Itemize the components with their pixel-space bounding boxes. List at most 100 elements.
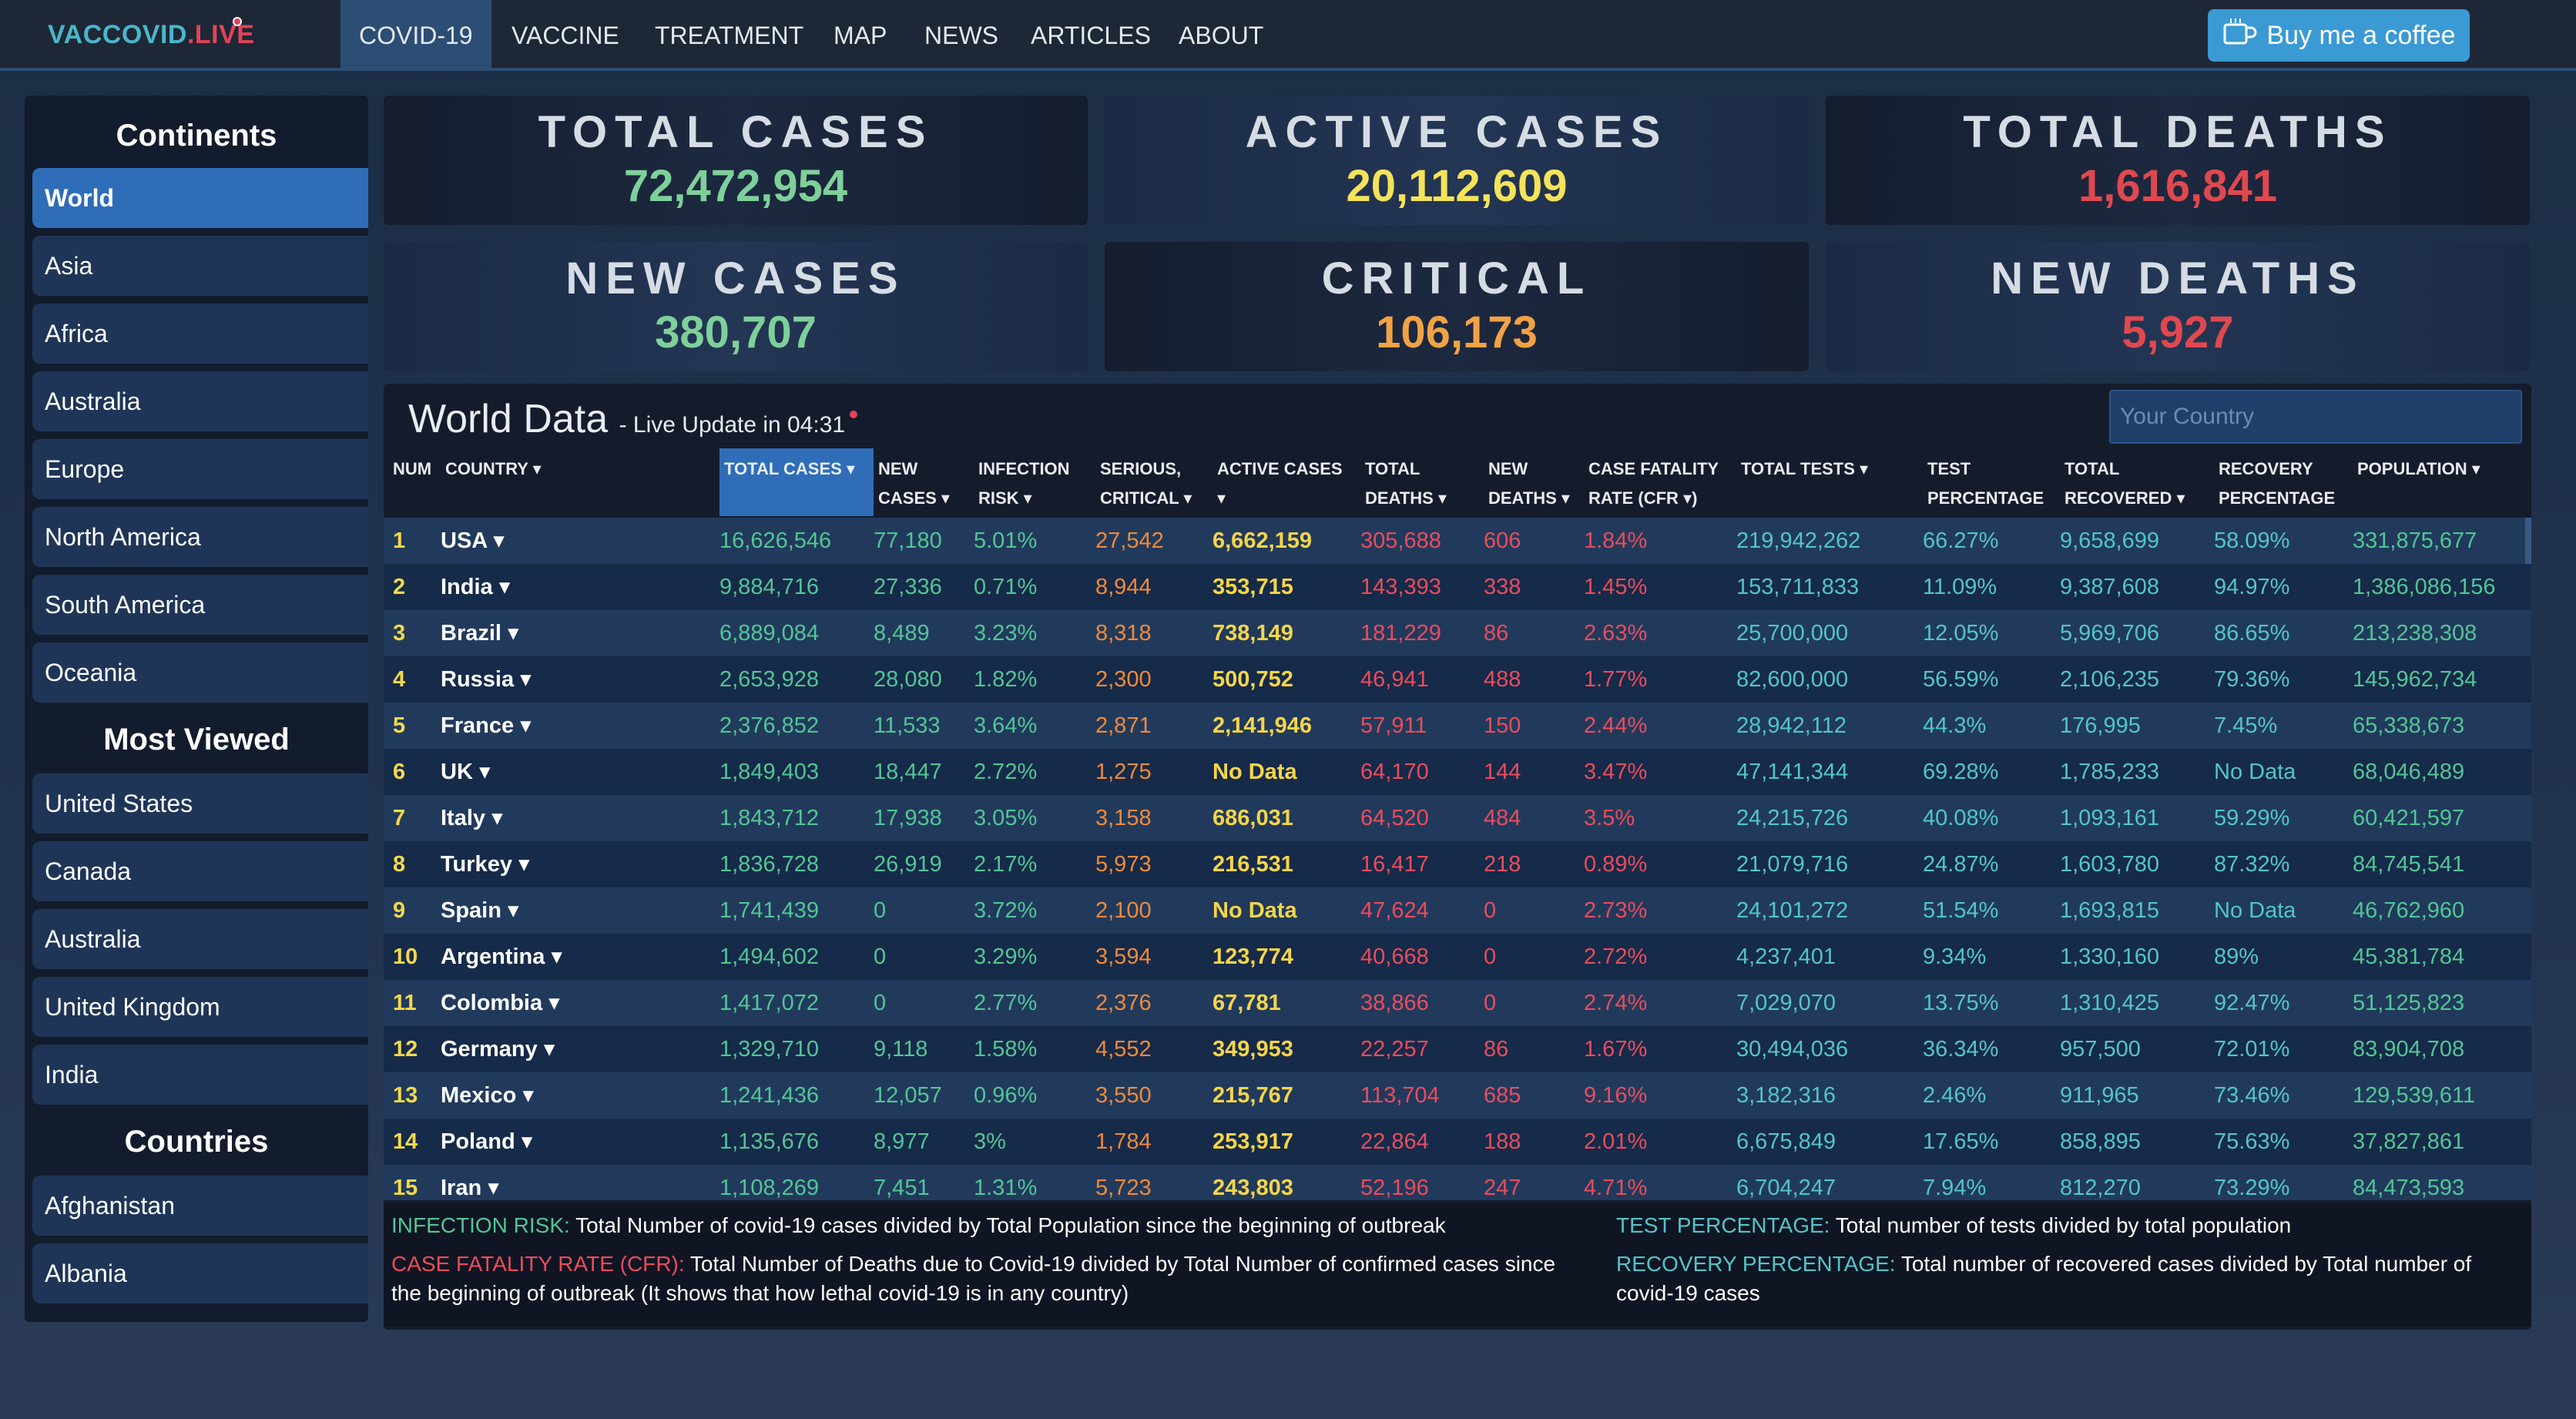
table-row[interactable]: 15 Iran ▾ 1,108,269 7,451 1.31% 5,723 243,803 5… [384, 1165, 2531, 1200]
table-row[interactable]: 14 Poland ▾ 1,135,676 8,977 3% 1,784 253,917 22… [384, 1119, 2531, 1165]
cell-country[interactable]: Mexico ▾ [441, 1072, 534, 1119]
th-case-fatality-rate[interactable]: CASE FATALITY RATE (CFR ▾) [1584, 448, 1735, 516]
table-scrollbar[interactable] [2525, 518, 2531, 564]
cell-country[interactable]: Italy ▾ [441, 795, 503, 841]
cell-total-deaths: 181,229 [1360, 621, 1441, 646]
cell-country[interactable]: USA ▾ [441, 518, 505, 564]
nav-covid19[interactable]: COVID-19 [340, 0, 491, 71]
sidebar-item-africa[interactable]: Africa [32, 304, 368, 364]
th-test-percentage[interactable]: TESTPERCENTAGE ▾ [1923, 448, 2058, 537]
cell-test-percentage: 24.87% [1923, 852, 1999, 877]
cell-num: 6 [393, 760, 406, 784]
table-row[interactable]: 3 Brazil ▾ 6,889,084 8,489 3.23% 8,318 738,149… [384, 610, 2531, 656]
th-total-deaths[interactable]: TOTAL DEATHS ▾ [1360, 448, 1482, 516]
nav-treatment[interactable]: TREATMENT [636, 0, 822, 71]
th-recovery-percentage[interactable]: RECOVERYPERCENTAGE ▾ [2214, 448, 2351, 537]
th-new-deaths[interactable]: NEW DEATHS ▾ [1484, 448, 1582, 516]
th-label: SERIOUS, [1100, 459, 1182, 478]
legend-text: Total Number of covid-19 cases divided b… [575, 1213, 1446, 1237]
world-data-panel: World Data - Live Update in 04:31 NUM CO… [384, 384, 2531, 1330]
nav-vaccine[interactable]: VACCINE [493, 0, 638, 71]
cell-country[interactable]: France ▾ [441, 703, 532, 749]
sidebar-item-australia-mv[interactable]: Australia [32, 909, 368, 969]
cell-total-deaths: 305,688 [1360, 528, 1441, 553]
cell-cfr: 2.01% [1584, 1129, 1648, 1154]
cell-test-percentage: 17.65% [1923, 1129, 1999, 1154]
cell-serious-critical: 3,550 [1095, 1083, 1152, 1108]
cell-country[interactable]: Argentina ▾ [441, 934, 562, 980]
cell-serious-critical: 2,376 [1095, 991, 1152, 1015]
sidebar-item-united-kingdom[interactable]: United Kingdom [32, 977, 368, 1037]
th-total-tests[interactable]: TOTAL TESTS ▾ [1736, 448, 1921, 516]
cell-total-tests: 6,704,247 [1736, 1176, 1836, 1200]
sidebar-item-asia[interactable]: Asia [32, 236, 368, 296]
cell-new-deaths: 218 [1484, 852, 1521, 877]
live-update-timer: - Live Update in 04:31 [619, 412, 846, 438]
th-total-cases[interactable]: TOTAL CASES ▾ [719, 448, 874, 516]
table-row[interactable]: 8 Turkey ▾ 1,836,728 26,919 2.17% 5,973 216,53… [384, 841, 2531, 887]
brand-badge-dot [233, 17, 242, 26]
cell-cfr: 0.89% [1584, 852, 1648, 877]
table-row[interactable]: 4 Russia ▾ 2,653,928 28,080 1.82% 2,300 500,75… [384, 656, 2531, 703]
sidebar-item-world[interactable]: World [32, 168, 368, 228]
cell-serious-critical: 3,158 [1095, 806, 1152, 830]
cell-total-tests: 47,141,344 [1736, 760, 1849, 784]
cell-country[interactable]: Spain ▾ [441, 887, 519, 934]
sidebar-item-india[interactable]: India [32, 1045, 368, 1105]
cell-country[interactable]: Brazil ▾ [441, 610, 519, 656]
table-row[interactable]: 9 Spain ▾ 1,741,439 0 3.72% 2,100 No Data 47,62… [384, 887, 2531, 934]
th-serious-critical[interactable]: SERIOUS, CRITICAL ▾ [1095, 448, 1211, 516]
sidebar-item-canada[interactable]: Canada [32, 841, 368, 901]
cell-population: 60,421,597 [2353, 806, 2465, 830]
buy-coffee-button[interactable]: Buy me a coffee [2208, 9, 2470, 62]
th-label: COUNTRY ▾ [445, 459, 542, 478]
nav-news[interactable]: NEWS [906, 0, 1017, 71]
table-row[interactable]: 5 France ▾ 2,376,852 11,533 3.64% 2,871 2,141,… [384, 703, 2531, 749]
table-row[interactable]: 2 India ▾ 9,884,716 27,336 0.71% 8,944 353,715… [384, 564, 2531, 610]
table-body: 1 USA ▾ 16,626,546 77,180 5.01% 27,542 6,662,1… [384, 518, 2531, 1200]
nav-map[interactable]: MAP [815, 0, 905, 71]
sidebar-item-australia[interactable]: Australia [32, 371, 368, 431]
sidebar-item-oceania[interactable]: Oceania [32, 642, 368, 703]
cell-country[interactable]: Russia ▾ [441, 656, 532, 703]
cell-country[interactable]: Turkey ▾ [441, 841, 530, 887]
brand-logo[interactable]: VACCOVID.LIVE [48, 20, 254, 50]
sidebar-item-afghanistan[interactable]: Afghanistan [32, 1176, 368, 1236]
th-active-cases[interactable]: ACTIVE CASES ▾ [1213, 448, 1359, 516]
table-row[interactable]: 13 Mexico ▾ 1,241,436 12,057 0.96% 3,550 215,7… [384, 1072, 2531, 1119]
nav-about[interactable]: ABOUT [1160, 0, 1282, 71]
table-row[interactable]: 10 Argentina ▾ 1,494,602 0 3.29% 3,594 123,774… [384, 934, 2531, 980]
sidebar-item-europe[interactable]: Europe [32, 439, 368, 499]
cell-country[interactable]: Iran ▾ [441, 1165, 499, 1200]
th-country[interactable]: COUNTRY ▾ [441, 448, 718, 516]
th-new-cases[interactable]: NEW CASES ▾ [874, 448, 974, 516]
sidebar-item-united-states[interactable]: United States [32, 773, 368, 834]
country-search-input[interactable] [2109, 390, 2522, 444]
th-total-recovered[interactable]: TOTAL RECOVERED ▾ [2060, 448, 2212, 516]
cell-population: 84,473,593 [2353, 1176, 2465, 1200]
legend-text: Total Number of Deaths due to Covid-19 d… [689, 1252, 1556, 1276]
table-row[interactable]: 11 Colombia ▾ 1,417,072 0 2.77% 2,376 67,781 38… [384, 980, 2531, 1026]
th-population[interactable]: POPULATION ▾ [2353, 448, 2524, 516]
cell-total-recovered: 1,310,425 [2060, 991, 2160, 1015]
cell-new-cases: 9,118 [874, 1037, 928, 1062]
cell-cfr: 1.45% [1584, 575, 1648, 599]
cell-active-cases: 243,803 [1213, 1176, 1293, 1200]
th-infection-risk[interactable]: INFECTION RISK ▾ [974, 448, 1094, 516]
cell-country[interactable]: India ▾ [441, 564, 510, 610]
cell-infection-risk: 3.72% [974, 898, 1038, 923]
sidebar-item-north-america[interactable]: North America [32, 507, 368, 567]
table-row[interactable]: 1 USA ▾ 16,626,546 77,180 5.01% 27,542 6,662,1… [384, 518, 2531, 564]
sidebar-item-albania[interactable]: Albania [32, 1243, 368, 1303]
cell-cfr: 4.71% [1584, 1176, 1648, 1200]
cell-country[interactable]: UK ▾ [441, 749, 491, 795]
nav-articles[interactable]: ARTICLES [1012, 0, 1169, 71]
cell-country[interactable]: Colombia ▾ [441, 980, 560, 1026]
table-row[interactable]: 12 Germany ▾ 1,329,710 9,118 1.58% 4,552 349,9… [384, 1026, 2531, 1072]
cell-country[interactable]: Poland ▾ [441, 1119, 532, 1165]
sidebar-item-south-america[interactable]: South America [32, 575, 368, 635]
table-row[interactable]: 7 Italy ▾ 1,843,712 17,938 3.05% 3,158 686,031… [384, 795, 2531, 841]
table-row[interactable]: 6 UK ▾ 1,849,403 18,447 2.72% 1,275 No Data 64,… [384, 749, 2531, 795]
th-num[interactable]: NUM [388, 448, 438, 516]
cell-country[interactable]: Germany ▾ [441, 1026, 555, 1072]
